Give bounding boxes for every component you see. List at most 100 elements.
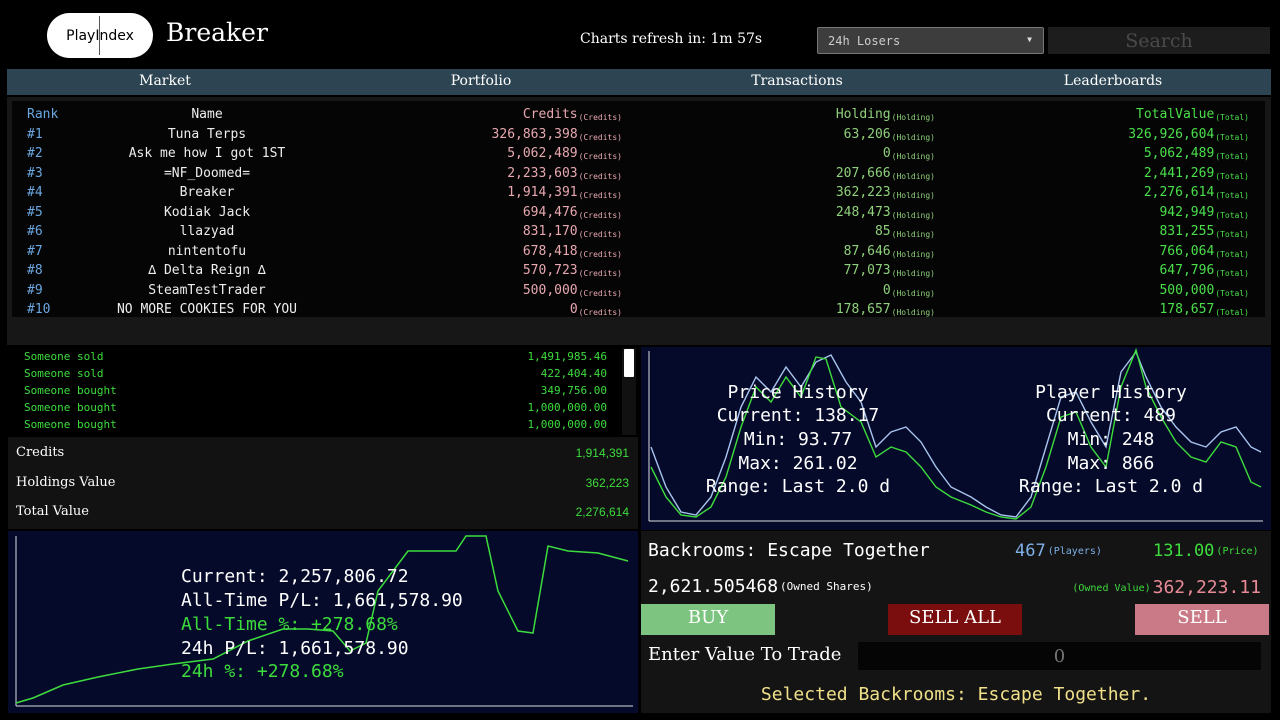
- holding-cell-value: 178,657: [835, 302, 891, 317]
- owned-value-amount: 362,223.11: [1152, 577, 1261, 598]
- holding-cell: 0(Holding): [883, 146, 935, 161]
- search-input[interactable]: [1048, 27, 1270, 54]
- holding-cell: 85(Holding): [875, 224, 935, 239]
- rank-cell: #5: [27, 205, 43, 220]
- credits-cell: 1,914,391(Credits): [507, 185, 622, 200]
- total-value-value: 2,276,614: [575, 505, 629, 519]
- selected-game-status: Selected Backrooms: Escape Together.: [760, 684, 1152, 705]
- portfolio-value-chart: Current: 2,257,806.72 All-Time P/L: 1,66…: [8, 531, 638, 713]
- credits-cell: 678,418(Credits): [523, 244, 622, 259]
- holding-cell: 362,223(Holding): [836, 185, 935, 200]
- trade-value-input[interactable]: [858, 642, 1261, 670]
- credits-cell-tag: (Credits): [578, 132, 622, 142]
- name-cell: ∆ Delta Reign ∆: [112, 263, 302, 278]
- rank-cell-value: #1: [27, 126, 43, 142]
- holdings-value: 362,223: [585, 476, 629, 490]
- tab-portfolio[interactable]: Portfolio: [323, 69, 639, 95]
- total-cell: 766,064(Total): [1159, 244, 1249, 259]
- transaction-text: Someone sold: [24, 367, 104, 380]
- holding-cell-value: 0: [882, 146, 891, 161]
- holding-cell: 248,473(Holding): [836, 205, 935, 220]
- credits-cell-tag: (Credits): [578, 152, 622, 161]
- total-cell: 178,657(Total): [1159, 302, 1249, 317]
- owned-value-tag: (Owned Value): [1072, 583, 1151, 594]
- transaction-text: Someone bought: [24, 401, 117, 414]
- main-nav: Market Portfolio Transactions Leaderboar…: [7, 69, 1271, 95]
- name-cell-value: Ask me how I got 1ST: [128, 146, 286, 161]
- sell-button[interactable]: SELL: [1135, 604, 1269, 635]
- header-rank: Rank: [27, 107, 58, 122]
- name-cell-value: Tuna Terps: [167, 126, 247, 142]
- credits-cell-tag: (Credits): [578, 191, 622, 200]
- transactions-scrollbar-thumb[interactable]: [624, 349, 634, 377]
- total-cell-tag: (Total): [1215, 308, 1249, 317]
- history-chart: Price History Current: 138.17 Min: 93.77…: [641, 347, 1271, 530]
- holding-cell-value: 87,646: [843, 243, 891, 259]
- table-row[interactable]: #1 Tuna Terps 326,863,398(Credits) 63,206(H…: [12, 125, 1265, 145]
- tab-leaderboards[interactable]: Leaderboards: [955, 69, 1271, 95]
- owned-shares: 2,621.505468 (Owned Shares): [648, 576, 873, 597]
- credits-cell: 0(Credits): [570, 302, 622, 317]
- buy-button[interactable]: BUY: [641, 604, 775, 635]
- transaction-amount: 1,491,985.46: [527, 350, 607, 363]
- portfolio-stats: Credits 1,914,391 Holdings Value 362,223…: [8, 437, 638, 529]
- leaderboard-table: Rank Name Credits(Credits) Holding(Holding)…: [12, 101, 1265, 317]
- holding-cell-value: 85: [874, 224, 891, 239]
- name-cell-value: nintentofu: [167, 243, 247, 259]
- tab-transactions[interactable]: Transactions: [639, 69, 955, 95]
- credits-cell: 326,863,398(Credits): [492, 127, 622, 142]
- transaction-text: Someone bought: [24, 384, 117, 397]
- credits-cell: 694,476(Credits): [523, 205, 622, 220]
- transaction-amount: 1,000,000.00: [527, 401, 607, 414]
- name-cell: Breaker: [112, 185, 302, 200]
- header-holding-tag: (Holding): [891, 113, 935, 122]
- name-cell-value: Kodiak Jack: [163, 204, 251, 220]
- credits-cell-value: 0: [569, 302, 578, 317]
- credits-cell-tag: (Credits): [578, 171, 622, 181]
- table-row[interactable]: #5 Kodiak Jack 694,476(Credits) 248,473(Hol…: [12, 203, 1265, 223]
- table-row[interactable]: #3 =NF_Doomed= 2,233,603(Credits) 207,666(H…: [12, 164, 1265, 184]
- name-cell: NO MORE COOKIES FOR YOU: [112, 302, 302, 317]
- chart-filter-select[interactable]: 24h Losers ▼: [817, 27, 1044, 54]
- table-row[interactable]: #8 ∆ Delta Reign ∆ 570,723(Credits) 77,073(…: [12, 261, 1265, 281]
- table-row[interactable]: #10 NO MORE COOKIES FOR YOU 0(Credits) 178,…: [12, 300, 1265, 320]
- logo-divider: [99, 16, 100, 55]
- table-row[interactable]: #4 Breaker 1,914,391(Credits) 362,223(Holdi…: [12, 183, 1265, 203]
- holding-cell-tag: (Holding): [891, 210, 935, 220]
- total-cell-tag: (Total): [1215, 132, 1249, 142]
- rank-cell: #10: [27, 302, 50, 317]
- total-cell: 2,276,614(Total): [1144, 185, 1249, 200]
- name-cell: nintentofu: [112, 244, 302, 259]
- table-row[interactable]: #2 Ask me how I got 1ST 5,062,489(Credits)…: [12, 144, 1265, 164]
- holding-cell: 87,646(Holding): [844, 244, 935, 259]
- rank-cell-value: #8: [27, 263, 43, 278]
- credits-cell: 5,062,489(Credits): [507, 146, 622, 161]
- total-cell-tag: (Total): [1215, 171, 1249, 181]
- table-row[interactable]: #6 llazyad 831,170(Credits) 85(Holding) 831,…: [12, 222, 1265, 242]
- sell-all-button[interactable]: SELL ALL: [888, 604, 1022, 635]
- total-cell: 326,926,604(Total): [1128, 127, 1249, 142]
- chevron-down-icon: ▼: [1027, 35, 1032, 44]
- holding-cell: 178,657(Holding): [836, 302, 935, 317]
- holding-cell-tag: (Holding): [891, 132, 935, 142]
- total-cell-tag: (Total): [1215, 230, 1249, 239]
- total-cell-value: 500,000: [1159, 282, 1215, 298]
- header-total-value: TotalValue: [1136, 107, 1215, 122]
- playindex-logo[interactable]: PlayIndex: [47, 13, 153, 58]
- transaction-amount: 422,404.40: [540, 367, 607, 380]
- rank-cell: #6: [27, 224, 43, 239]
- player-max: Max: 866: [1067, 453, 1155, 474]
- players-tag: (Players): [1047, 546, 1102, 557]
- header-holding-value: Holding: [835, 107, 891, 122]
- table-row[interactable]: #9 SteamTestTrader 500,000(Credits) 0(Holdi…: [12, 281, 1265, 301]
- header-rank-value: Rank: [27, 107, 59, 122]
- name-cell-value: ∆ Delta Reign ∆: [148, 263, 266, 278]
- tab-market[interactable]: Market: [7, 69, 323, 95]
- total-cell-value: 647,796: [1159, 263, 1215, 278]
- holding-cell: 77,073(Holding): [844, 263, 935, 278]
- table-row[interactable]: #7 nintentofu 678,418(Credits) 87,646(Holdi…: [12, 242, 1265, 262]
- player-min: Min: 248: [1067, 429, 1155, 450]
- rank-cell: #8: [27, 263, 43, 278]
- total-value-label: Total Value: [16, 504, 89, 519]
- total-cell-tag: (Total): [1215, 269, 1249, 278]
